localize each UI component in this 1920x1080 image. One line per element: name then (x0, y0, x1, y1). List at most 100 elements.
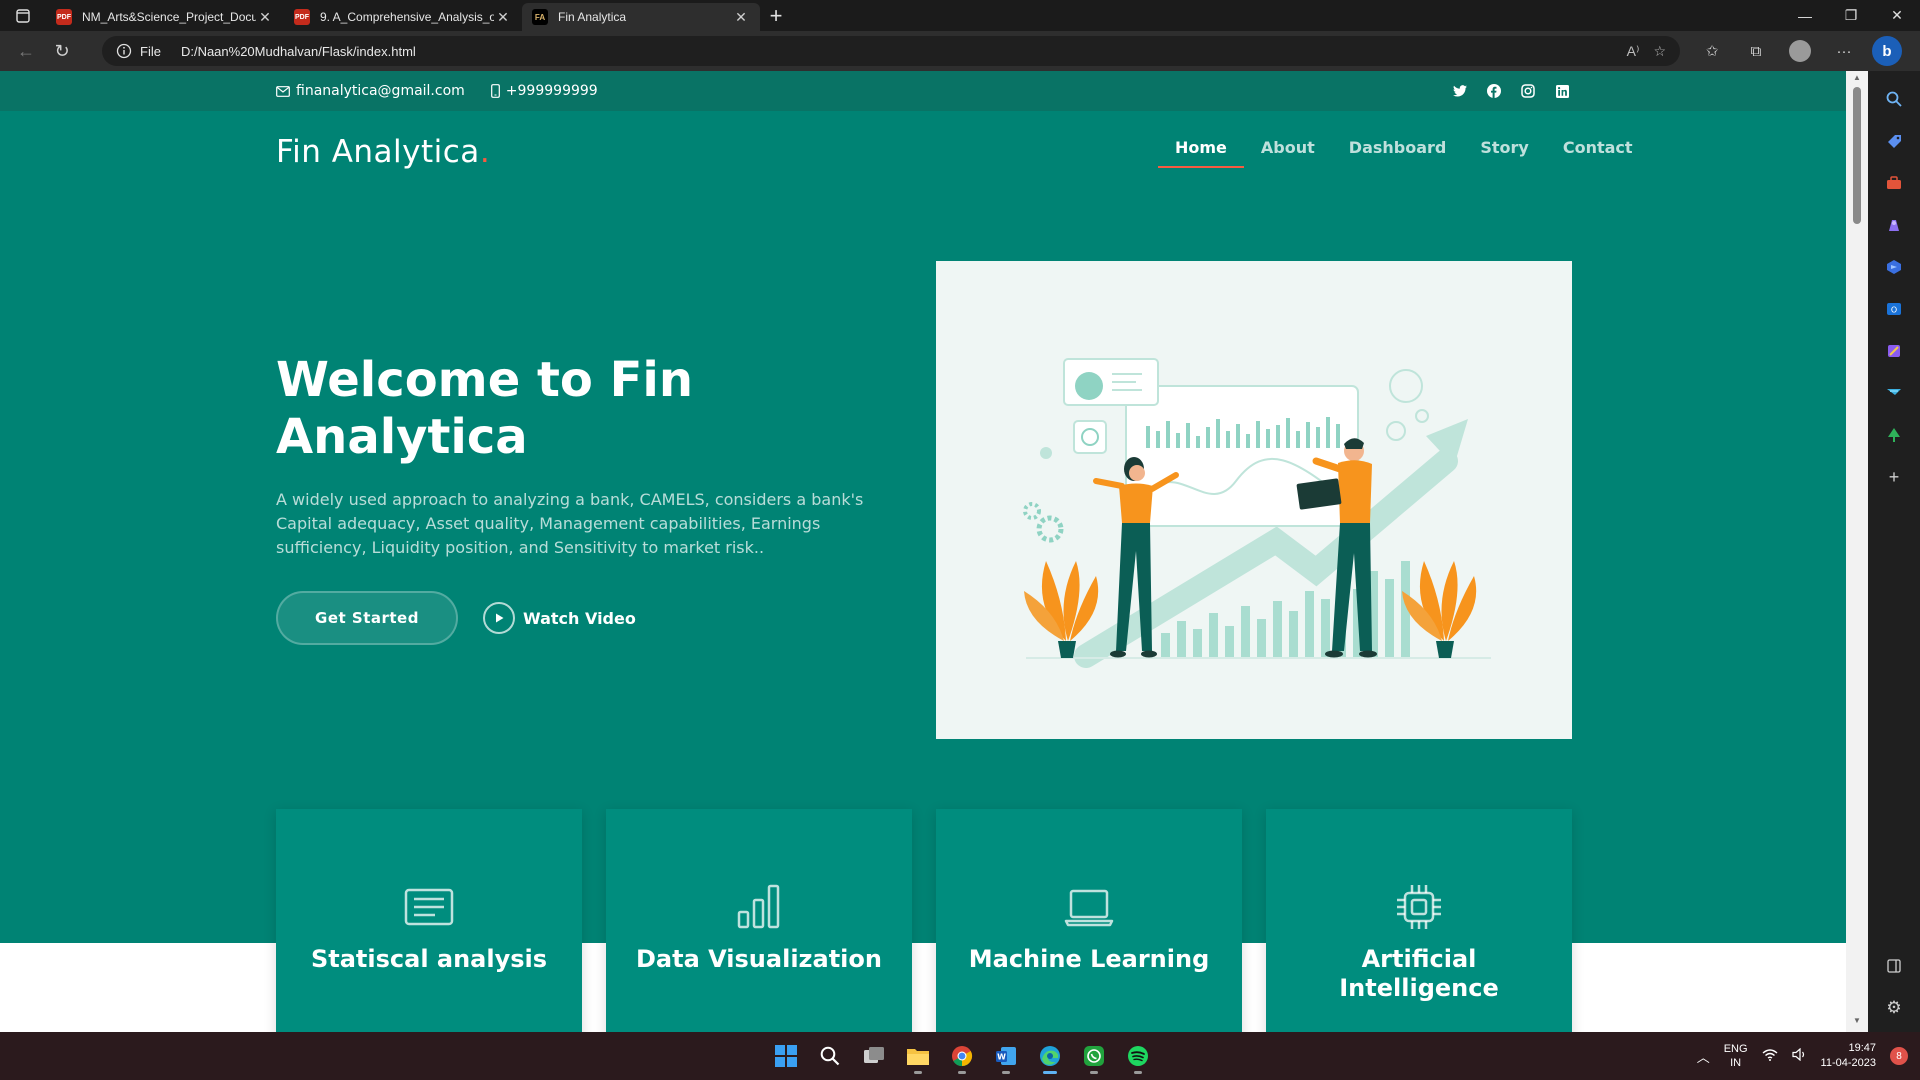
linkedin-icon[interactable] (1554, 83, 1570, 99)
microsoft-365-icon[interactable] (1876, 249, 1912, 285)
clock-date: 11-04-2023 (1820, 1057, 1876, 1069)
contact-info: finanalytica@gmail.com +999999999 (276, 71, 598, 111)
svg-text:W: W (997, 1053, 1006, 1062)
read-aloud-icon[interactable]: A⁾ (1627, 43, 1640, 60)
task-view-icon[interactable] (854, 1036, 894, 1076)
toolbar-right: ✩ ⧉ ··· b (1690, 31, 1902, 71)
address-bar[interactable]: File D:/Naan%20Mudhalvan/Flask/index.htm… (102, 36, 1680, 66)
windows-start-icon[interactable] (766, 1036, 806, 1076)
scroll-down-arrow[interactable]: ▼ (1846, 1016, 1868, 1030)
tab-label: Fin Analytica (558, 10, 627, 24)
browser-toolbar: ← ↻ File D:/Naan%20Mudhalvan/Flask/index… (0, 31, 1920, 71)
watch-video-label: Watch Video (523, 608, 636, 628)
nav-home[interactable]: Home (1158, 138, 1244, 168)
bing-copilot-icon[interactable]: b (1872, 36, 1902, 66)
refresh-button[interactable]: ↻ (44, 33, 80, 69)
chrome-icon[interactable] (942, 1036, 982, 1076)
feature-card-title: Data Visualization (636, 945, 882, 973)
restore-button[interactable]: ❐ (1828, 0, 1874, 31)
email-text[interactable]: finanalytica@gmail.com (296, 83, 465, 99)
contact-topbar: finanalytica@gmail.com +999999999 (0, 71, 1846, 111)
add-favorite-icon[interactable]: ☆ (1653, 43, 1666, 60)
designer-icon[interactable] (1876, 333, 1912, 369)
feature-card-title: Statiscal analysis (310, 945, 548, 973)
envelope-icon (276, 85, 290, 97)
outlook-icon[interactable]: O (1876, 291, 1912, 327)
feature-card-title: Artificial Intelligence (1339, 945, 1499, 1002)
phone-text: +999999999 (505, 83, 598, 99)
whatsapp-icon[interactable] (1074, 1036, 1114, 1076)
notification-badge[interactable]: 8 (1890, 1047, 1908, 1065)
nav-dashboard[interactable]: Dashboard (1332, 138, 1464, 168)
running-indicator (1090, 1071, 1098, 1074)
show-hidden-icons-chevron-icon[interactable]: ︿ (1697, 1047, 1710, 1066)
spotify-icon[interactable] (1118, 1036, 1158, 1076)
shopping-tag-icon[interactable] (1876, 123, 1912, 159)
taskbar-clock[interactable]: 19:47 11-04-2023 (1821, 1041, 1876, 1071)
add-sidebar-app-icon[interactable]: + (1876, 459, 1912, 495)
running-indicator (1134, 1071, 1142, 1074)
main-navigation: Home About Dashboard Story Contact (1158, 138, 1650, 168)
nav-about[interactable]: About (1244, 138, 1332, 168)
browser-tab[interactable]: PDF 9. A_Comprehensive_Analysis_of ✕ (284, 3, 522, 31)
tab-actions-icon (16, 8, 30, 23)
feature-card-machine-learning[interactable]: Machine Learning (936, 809, 1242, 1032)
word-icon[interactable]: W (986, 1036, 1026, 1076)
feature-card-data-visualization[interactable]: Data Visualization (606, 809, 912, 1032)
scroll-up-arrow[interactable]: ▲ (1846, 73, 1868, 87)
volume-icon[interactable] (1791, 1047, 1807, 1064)
play-icon (483, 602, 515, 634)
games-icon[interactable] (1876, 207, 1912, 243)
browser-tab-active[interactable]: FA Fin Analytica ✕ (522, 3, 760, 31)
running-indicator (958, 1071, 966, 1074)
hide-sidebar-icon[interactable] (1876, 948, 1912, 984)
social-links (1452, 71, 1570, 111)
browser-tab[interactable]: PDF NM_Arts&Science_Project_Docu ✕ (46, 3, 284, 31)
pdf-icon: PDF (294, 9, 310, 25)
close-tab-icon[interactable]: ✕ (732, 9, 750, 26)
settings-gear-icon[interactable]: ⚙ (1876, 990, 1912, 1026)
collections-icon[interactable]: ⧉ (1734, 31, 1778, 71)
back-button[interactable]: ← (8, 33, 44, 69)
drop-icon[interactable] (1876, 375, 1912, 411)
hero-illustration (936, 261, 1572, 739)
edge-icon[interactable] (1030, 1036, 1070, 1076)
tools-icon[interactable] (1876, 165, 1912, 201)
close-tab-icon[interactable]: ✕ (494, 9, 512, 26)
more-options-icon[interactable]: ··· (1822, 31, 1866, 71)
minimize-button[interactable]: — (1782, 0, 1828, 31)
phone-icon (490, 84, 500, 98)
nav-story[interactable]: Story (1463, 138, 1545, 168)
url-text[interactable]: D:/Naan%20Mudhalvan/Flask/index.html (181, 44, 416, 59)
get-started-button[interactable]: Get Started (276, 591, 458, 645)
profile-avatar[interactable] (1789, 40, 1811, 62)
close-tab-icon[interactable]: ✕ (256, 9, 274, 26)
page-scrollbar[interactable]: ▲ ▼ (1846, 71, 1868, 1032)
tab-label: 9. A_Comprehensive_Analysis_of (320, 10, 494, 24)
new-tab-button[interactable]: + (760, 0, 792, 31)
feature-card-statistical-analysis[interactable]: Statiscal analysis (276, 809, 582, 1032)
info-icon[interactable] (116, 43, 132, 59)
search-icon[interactable] (1876, 81, 1912, 117)
clock-time: 19:47 (1848, 1042, 1876, 1054)
feature-card-artificial-intelligence[interactable]: Artificial Intelligence (1266, 809, 1572, 1032)
file-explorer-icon[interactable] (898, 1036, 938, 1076)
close-window-button[interactable]: ✕ (1874, 0, 1920, 31)
scrollbar-thumb[interactable] (1853, 87, 1861, 224)
nav-contact[interactable]: Contact (1546, 138, 1650, 168)
window-controls: — ❐ ✕ (1782, 0, 1920, 31)
twitter-icon[interactable] (1452, 83, 1468, 99)
language-region: IN (1730, 1057, 1742, 1069)
facebook-icon[interactable] (1486, 83, 1502, 99)
wifi-icon[interactable] (1762, 1048, 1778, 1064)
input-language[interactable]: ENG IN (1724, 1042, 1748, 1070)
watch-video-button[interactable]: Watch Video (483, 602, 636, 634)
search-icon[interactable] (810, 1036, 850, 1076)
tab-actions-button[interactable] (0, 0, 46, 31)
instagram-icon[interactable] (1520, 83, 1536, 99)
document-lines-icon (404, 888, 454, 926)
email-contact[interactable]: finanalytica@gmail.com (276, 83, 465, 99)
favorites-icon[interactable]: ✩ (1690, 31, 1734, 71)
tree-icon[interactable] (1876, 417, 1912, 453)
site-logo[interactable]: Fin Analytica. (276, 134, 490, 170)
